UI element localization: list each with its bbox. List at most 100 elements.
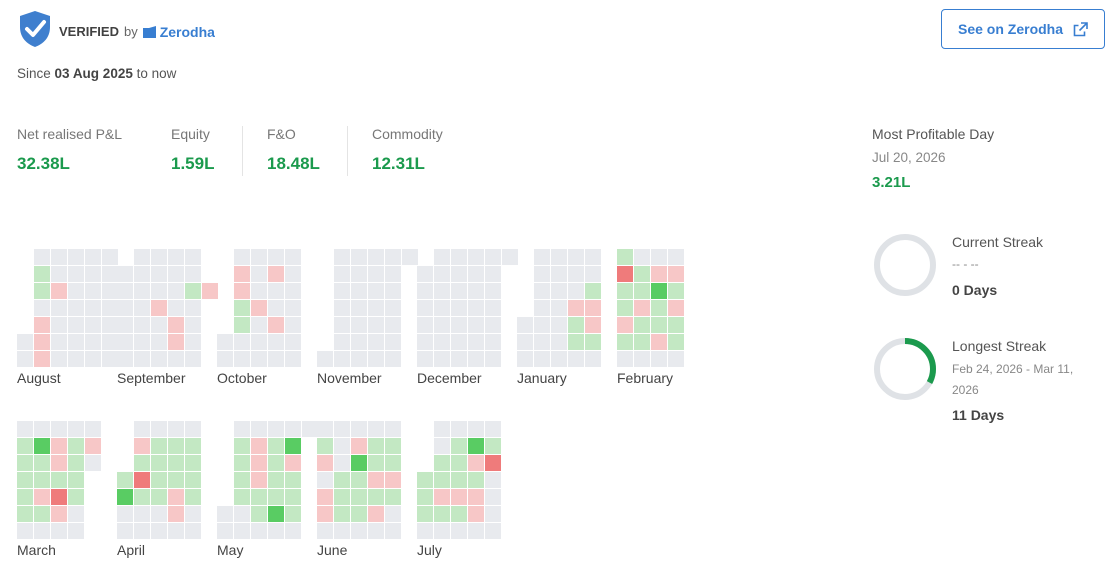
day-cell[interactable] (134, 506, 150, 522)
day-cell[interactable] (51, 438, 67, 454)
day-cell[interactable] (368, 421, 384, 437)
day-cell[interactable] (468, 455, 484, 471)
day-cell[interactable] (34, 317, 50, 333)
day-cell[interactable] (34, 523, 50, 539)
day-cell[interactable] (417, 266, 433, 282)
day-cell[interactable] (651, 334, 667, 350)
day-cell[interactable] (68, 266, 84, 282)
see-on-zerodha-button[interactable]: See on Zerodha (941, 9, 1105, 49)
day-cell[interactable] (334, 249, 350, 265)
day-cell[interactable] (51, 249, 67, 265)
day-cell[interactable] (151, 351, 167, 367)
day-cell[interactable] (385, 489, 401, 505)
day-cell[interactable] (151, 266, 167, 282)
day-cell[interactable] (85, 455, 101, 471)
day-cell[interactable] (334, 300, 350, 316)
day-cell[interactable] (168, 283, 184, 299)
day-cell[interactable] (351, 489, 367, 505)
day-cell[interactable] (51, 283, 67, 299)
day-cell[interactable] (334, 438, 350, 454)
day-cell[interactable] (185, 351, 201, 367)
day-cell[interactable] (385, 421, 401, 437)
day-cell[interactable] (534, 351, 550, 367)
day-cell[interactable] (251, 506, 267, 522)
day-cell[interactable] (17, 506, 33, 522)
day-cell[interactable] (134, 283, 150, 299)
day-cell[interactable] (51, 472, 67, 488)
day-cell[interactable] (168, 351, 184, 367)
day-cell[interactable] (468, 489, 484, 505)
day-cell[interactable] (351, 455, 367, 471)
day-cell[interactable] (451, 249, 467, 265)
day-cell[interactable] (402, 249, 418, 265)
day-cell[interactable] (185, 523, 201, 539)
day-cell[interactable] (34, 455, 50, 471)
day-cell[interactable] (417, 472, 433, 488)
day-cell[interactable] (485, 351, 501, 367)
day-cell[interactable] (151, 249, 167, 265)
day-cell[interactable] (117, 266, 133, 282)
day-cell[interactable] (468, 421, 484, 437)
day-cell[interactable] (585, 249, 601, 265)
day-cell[interactable] (668, 334, 684, 350)
day-cell[interactable] (34, 489, 50, 505)
day-cell[interactable] (51, 455, 67, 471)
day-cell[interactable] (417, 317, 433, 333)
day-cell[interactable] (268, 317, 284, 333)
day-cell[interactable] (268, 489, 284, 505)
day-cell[interactable] (251, 266, 267, 282)
day-cell[interactable] (568, 266, 584, 282)
day-cell[interactable] (302, 421, 318, 437)
day-cell[interactable] (234, 351, 250, 367)
day-cell[interactable] (117, 489, 133, 505)
day-cell[interactable] (134, 523, 150, 539)
day-cell[interactable] (368, 506, 384, 522)
day-cell[interactable] (168, 523, 184, 539)
day-cell[interactable] (385, 506, 401, 522)
day-cell[interactable] (17, 334, 33, 350)
day-cell[interactable] (385, 266, 401, 282)
day-cell[interactable] (51, 506, 67, 522)
day-cell[interactable] (385, 523, 401, 539)
day-cell[interactable] (451, 317, 467, 333)
day-cell[interactable] (185, 317, 201, 333)
day-cell[interactable] (234, 317, 250, 333)
day-cell[interactable] (102, 300, 118, 316)
day-cell[interactable] (168, 266, 184, 282)
day-cell[interactable] (617, 300, 633, 316)
day-cell[interactable] (268, 438, 284, 454)
day-cell[interactable] (351, 421, 367, 437)
day-cell[interactable] (334, 283, 350, 299)
day-cell[interactable] (234, 489, 250, 505)
day-cell[interactable] (617, 351, 633, 367)
day-cell[interactable] (368, 300, 384, 316)
day-cell[interactable] (485, 266, 501, 282)
day-cell[interactable] (434, 300, 450, 316)
day-cell[interactable] (551, 317, 567, 333)
day-cell[interactable] (585, 317, 601, 333)
day-cell[interactable] (417, 523, 433, 539)
day-cell[interactable] (102, 334, 118, 350)
day-cell[interactable] (451, 438, 467, 454)
day-cell[interactable] (351, 472, 367, 488)
day-cell[interactable] (34, 249, 50, 265)
day-cell[interactable] (217, 334, 233, 350)
day-cell[interactable] (34, 351, 50, 367)
day-cell[interactable] (385, 334, 401, 350)
day-cell[interactable] (451, 334, 467, 350)
day-cell[interactable] (234, 455, 250, 471)
day-cell[interactable] (185, 489, 201, 505)
day-cell[interactable] (617, 334, 633, 350)
day-cell[interactable] (251, 334, 267, 350)
day-cell[interactable] (85, 421, 101, 437)
day-cell[interactable] (451, 351, 467, 367)
day-cell[interactable] (185, 334, 201, 350)
day-cell[interactable] (285, 351, 301, 367)
day-cell[interactable] (451, 283, 467, 299)
day-cell[interactable] (368, 334, 384, 350)
day-cell[interactable] (634, 334, 650, 350)
day-cell[interactable] (485, 506, 501, 522)
day-cell[interactable] (251, 455, 267, 471)
day-cell[interactable] (451, 455, 467, 471)
day-cell[interactable] (568, 249, 584, 265)
